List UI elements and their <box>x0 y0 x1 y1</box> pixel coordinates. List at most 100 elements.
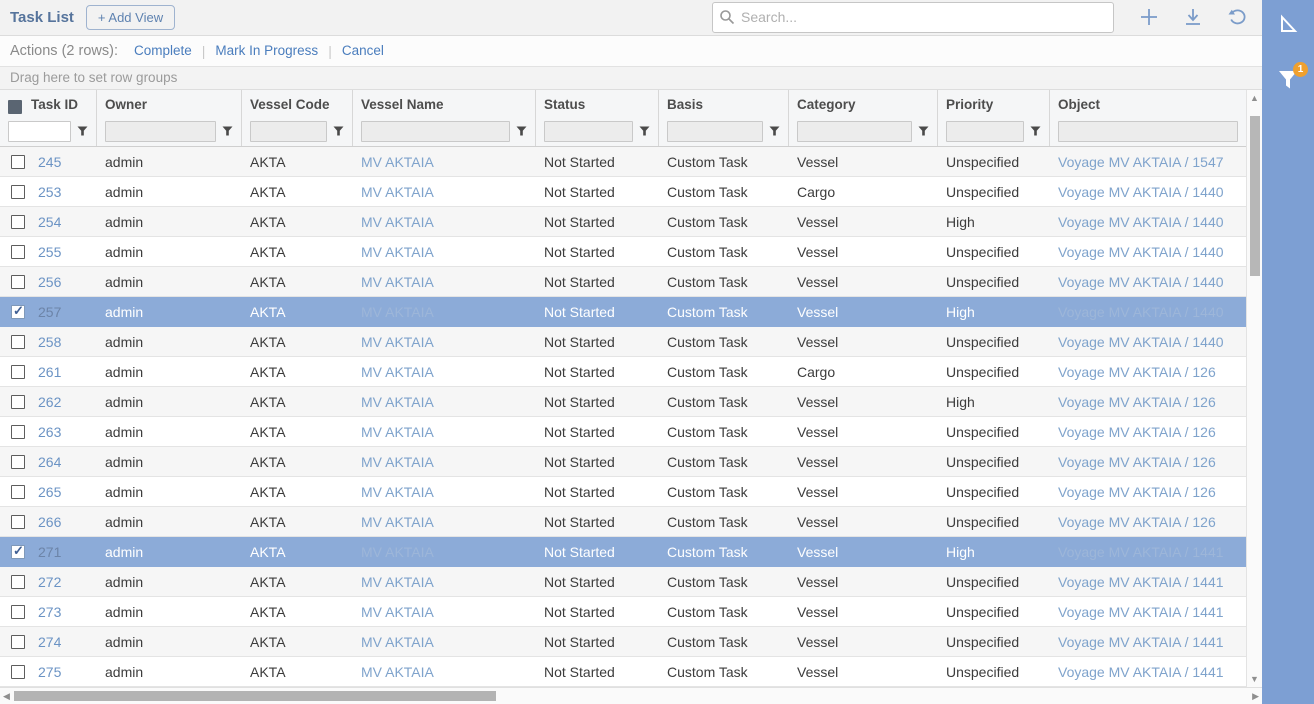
column-header-object[interactable]: Object <box>1058 95 1238 118</box>
object-link[interactable]: Voyage MV AKTAIA / 1440 <box>1050 214 1246 230</box>
task-id-link[interactable]: 258 <box>36 334 97 350</box>
object-link[interactable]: Voyage MV AKTAIA / 1440 <box>1050 334 1246 350</box>
object-link[interactable]: Voyage MV AKTAIA / 1440 <box>1050 304 1246 320</box>
scroll-right-icon[interactable]: ▶ <box>1252 690 1259 702</box>
row-select-checkbox[interactable] <box>0 515 36 529</box>
task-id-link[interactable]: 272 <box>36 574 97 590</box>
table-row[interactable]: 264 admin AKTA MV AKTAIA Not Started Cus… <box>0 447 1246 477</box>
scroll-up-icon[interactable]: ▲ <box>1250 92 1259 104</box>
horizontal-scrollbar[interactable]: ◀ ▶ <box>0 687 1262 704</box>
column-header-vessel-code[interactable]: Vessel Code <box>250 95 344 118</box>
action-cancel[interactable]: Cancel <box>342 43 384 58</box>
action-mark-in-progress[interactable]: Mark In Progress <box>215 43 318 58</box>
pointer-tool-button[interactable] <box>1270 8 1306 44</box>
filter-input-basis[interactable] <box>667 121 763 142</box>
vessel-name-link[interactable]: MV AKTAIA <box>353 304 536 320</box>
row-group-drop-zone[interactable]: Drag here to set row groups <box>0 67 1262 90</box>
table-row[interactable]: 274 admin AKTA MV AKTAIA Not Started Cus… <box>0 627 1246 657</box>
filter-funnel-icon[interactable] <box>77 126 88 136</box>
filter-input-priority[interactable] <box>946 121 1024 142</box>
vessel-name-link[interactable]: MV AKTAIA <box>353 394 536 410</box>
filter-funnel-icon[interactable] <box>769 126 780 136</box>
row-select-checkbox[interactable] <box>0 275 36 289</box>
undo-icon[interactable] <box>1226 6 1248 28</box>
task-id-link[interactable]: 255 <box>36 244 97 260</box>
table-row[interactable]: 254 admin AKTA MV AKTAIA Not Started Cus… <box>0 207 1246 237</box>
vessel-name-link[interactable]: MV AKTAIA <box>353 364 536 380</box>
scroll-down-icon[interactable]: ▼ <box>1250 673 1259 685</box>
row-select-checkbox[interactable] <box>0 245 36 259</box>
table-row[interactable]: 263 admin AKTA MV AKTAIA Not Started Cus… <box>0 417 1246 447</box>
table-row[interactable]: 253 admin AKTA MV AKTAIA Not Started Cus… <box>0 177 1246 207</box>
object-link[interactable]: Voyage MV AKTAIA / 126 <box>1050 424 1246 440</box>
task-id-link[interactable]: 266 <box>36 514 97 530</box>
column-header-category[interactable]: Category <box>797 95 929 118</box>
object-link[interactable]: Voyage MV AKTAIA / 1441 <box>1050 574 1246 590</box>
row-select-checkbox[interactable] <box>0 575 36 589</box>
filter-input-task-id[interactable] <box>8 121 71 142</box>
object-link[interactable]: Voyage MV AKTAIA / 1441 <box>1050 634 1246 650</box>
object-link[interactable]: Voyage MV AKTAIA / 1441 <box>1050 544 1246 560</box>
column-header-task-id[interactable]: Task ID <box>31 95 78 118</box>
row-select-checkbox[interactable] <box>0 305 36 319</box>
object-link[interactable]: Voyage MV AKTAIA / 126 <box>1050 484 1246 500</box>
object-link[interactable]: Voyage MV AKTAIA / 1440 <box>1050 184 1246 200</box>
row-select-checkbox[interactable] <box>0 335 36 349</box>
task-id-link[interactable]: 245 <box>36 154 97 170</box>
row-select-checkbox[interactable] <box>0 365 36 379</box>
vessel-name-link[interactable]: MV AKTAIA <box>353 154 536 170</box>
object-link[interactable]: Voyage MV AKTAIA / 1440 <box>1050 274 1246 290</box>
table-row[interactable]: 273 admin AKTA MV AKTAIA Not Started Cus… <box>0 597 1246 627</box>
scroll-left-icon[interactable]: ◀ <box>3 690 10 702</box>
table-row[interactable]: 262 admin AKTA MV AKTAIA Not Started Cus… <box>0 387 1246 417</box>
row-select-checkbox[interactable] <box>0 185 36 199</box>
add-icon[interactable] <box>1138 6 1160 28</box>
column-header-priority[interactable]: Priority <box>946 95 1041 118</box>
vertical-scrollbar-thumb[interactable] <box>1250 116 1260 276</box>
filter-funnel-icon[interactable] <box>222 126 233 136</box>
download-icon[interactable] <box>1182 6 1204 28</box>
search-input[interactable] <box>712 2 1114 33</box>
table-row[interactable]: 272 admin AKTA MV AKTAIA Not Started Cus… <box>0 567 1246 597</box>
table-row[interactable]: 257 admin AKTA MV AKTAIA Not Started Cus… <box>0 297 1246 327</box>
vessel-name-link[interactable]: MV AKTAIA <box>353 664 536 680</box>
row-select-checkbox[interactable] <box>0 605 36 619</box>
task-id-link[interactable]: 271 <box>36 544 97 560</box>
filter-input-owner[interactable] <box>105 121 216 142</box>
task-id-link[interactable]: 275 <box>36 664 97 680</box>
select-all-checkbox[interactable] <box>8 100 22 114</box>
filter-funnel-icon[interactable] <box>918 126 929 136</box>
vessel-name-link[interactable]: MV AKTAIA <box>353 424 536 440</box>
table-row[interactable]: 275 admin AKTA MV AKTAIA Not Started Cus… <box>0 657 1246 687</box>
vessel-name-link[interactable]: MV AKTAIA <box>353 604 536 620</box>
filter-input-status[interactable] <box>544 121 633 142</box>
row-select-checkbox[interactable] <box>0 395 36 409</box>
filter-funnel-icon[interactable] <box>333 126 344 136</box>
vessel-name-link[interactable]: MV AKTAIA <box>353 634 536 650</box>
row-select-checkbox[interactable] <box>0 665 36 679</box>
row-select-checkbox[interactable] <box>0 425 36 439</box>
task-id-link[interactable]: 253 <box>36 184 97 200</box>
column-header-vessel-name[interactable]: Vessel Name <box>361 95 527 118</box>
task-id-link[interactable]: 273 <box>36 604 97 620</box>
filter-input-vessel-name[interactable] <box>361 121 510 142</box>
task-id-link[interactable]: 256 <box>36 274 97 290</box>
column-header-status[interactable]: Status <box>544 95 650 118</box>
table-row[interactable]: 255 admin AKTA MV AKTAIA Not Started Cus… <box>0 237 1246 267</box>
vessel-name-link[interactable]: MV AKTAIA <box>353 334 536 350</box>
table-row[interactable]: 258 admin AKTA MV AKTAIA Not Started Cus… <box>0 327 1246 357</box>
task-id-link[interactable]: 261 <box>36 364 97 380</box>
task-id-link[interactable]: 265 <box>36 484 97 500</box>
vessel-name-link[interactable]: MV AKTAIA <box>353 574 536 590</box>
row-select-checkbox[interactable] <box>0 455 36 469</box>
row-select-checkbox[interactable] <box>0 215 36 229</box>
vessel-name-link[interactable]: MV AKTAIA <box>353 544 536 560</box>
table-row[interactable]: 265 admin AKTA MV AKTAIA Not Started Cus… <box>0 477 1246 507</box>
object-link[interactable]: Voyage MV AKTAIA / 1440 <box>1050 244 1246 260</box>
object-link[interactable]: Voyage MV AKTAIA / 126 <box>1050 514 1246 530</box>
add-view-button[interactable]: + Add View <box>86 5 175 30</box>
row-select-checkbox[interactable] <box>0 635 36 649</box>
object-link[interactable]: Voyage MV AKTAIA / 1547 <box>1050 154 1246 170</box>
task-id-link[interactable]: 257 <box>36 304 97 320</box>
object-link[interactable]: Voyage MV AKTAIA / 1441 <box>1050 604 1246 620</box>
